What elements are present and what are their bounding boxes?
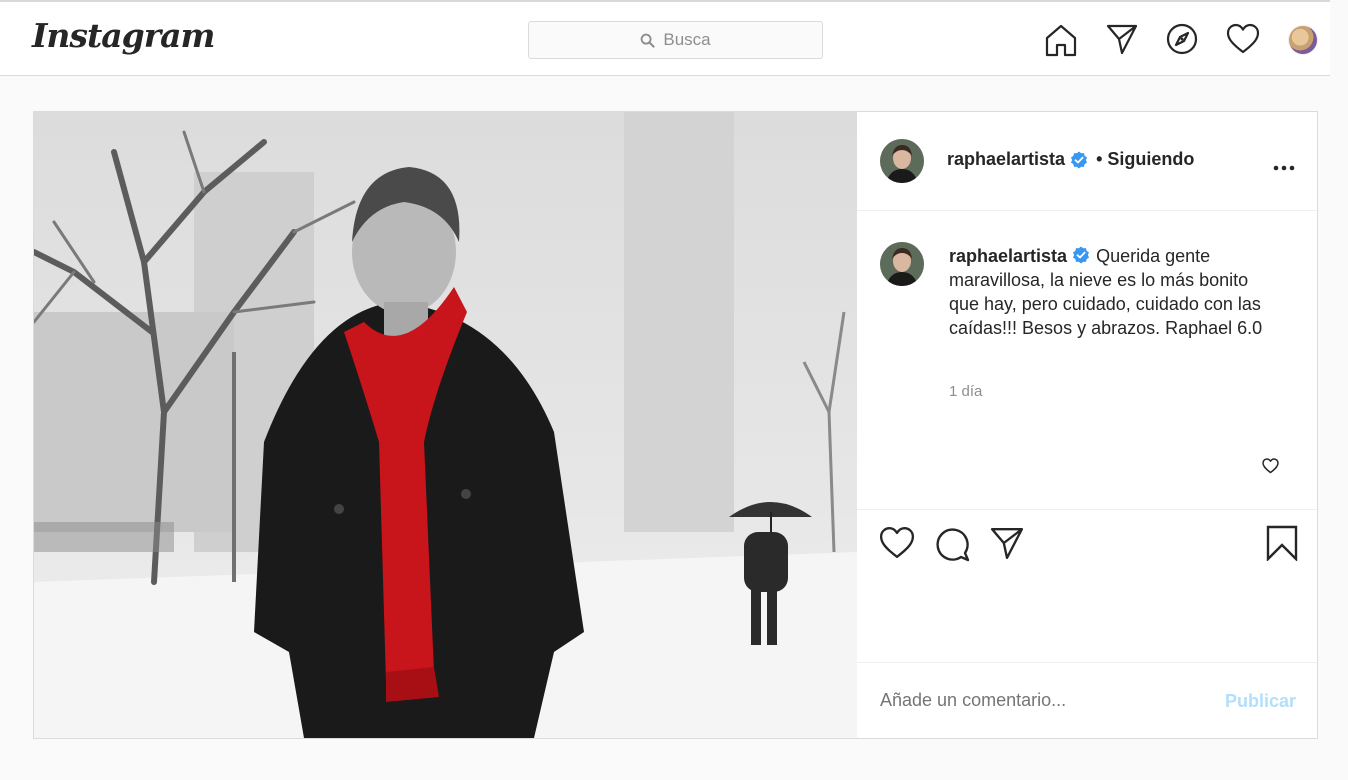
post-actions-bar xyxy=(857,509,1317,662)
author-username[interactable]: raphaelartista xyxy=(947,149,1065,170)
publish-button[interactable]: Publicar xyxy=(1225,691,1296,712)
top-nav-bar: Instagram Busca xyxy=(0,2,1330,76)
post-dialog: raphaelartista • Siguiendo raphaelartist… xyxy=(33,111,1318,739)
share-button[interactable] xyxy=(990,526,1024,565)
home-icon xyxy=(1045,24,1077,57)
caption-author-avatar[interactable] xyxy=(880,242,924,286)
photo-image xyxy=(34,112,857,738)
compass-icon xyxy=(1166,23,1198,55)
caption-like-button[interactable] xyxy=(1262,458,1279,479)
add-comment-bar: Publicar xyxy=(857,662,1317,738)
caption-verified-badge-icon xyxy=(1073,246,1090,264)
search-box[interactable]: Busca xyxy=(528,21,823,59)
comment-bubble-icon xyxy=(936,528,970,562)
save-button[interactable] xyxy=(1266,525,1298,566)
activity-button[interactable] xyxy=(1226,23,1260,55)
small-heart-icon xyxy=(1262,458,1279,474)
post-photo[interactable] xyxy=(34,112,857,738)
paper-plane-icon xyxy=(1106,24,1138,55)
bookmark-icon xyxy=(1266,525,1298,562)
paper-plane-icon xyxy=(990,528,1024,560)
more-options-icon xyxy=(1273,165,1295,171)
heart-icon xyxy=(879,527,915,558)
comment-input[interactable] xyxy=(880,690,1210,711)
caption-username[interactable]: raphaelartista xyxy=(949,246,1067,266)
profile-avatar[interactable] xyxy=(1288,25,1318,55)
comment-button[interactable] xyxy=(934,526,970,567)
caption-timestamp[interactable]: 1 día xyxy=(949,383,982,400)
caption-section: raphaelartista Querida gente maravillosa… xyxy=(857,212,1317,509)
explore-button[interactable] xyxy=(1166,23,1198,55)
author-avatar-image xyxy=(880,139,924,183)
search-icon xyxy=(641,33,655,48)
instagram-logo[interactable]: Instagram xyxy=(32,16,215,55)
heart-icon xyxy=(1226,23,1260,54)
verified-badge-icon xyxy=(1071,151,1088,168)
caption-text-block: raphaelartista Querida gente maravillosa… xyxy=(949,244,1279,340)
direct-messages-button[interactable] xyxy=(1106,23,1138,55)
like-button[interactable] xyxy=(879,526,915,565)
search-placeholder: Busca xyxy=(663,30,711,49)
author-avatar[interactable] xyxy=(880,139,924,183)
post-header: raphaelartista • Siguiendo xyxy=(857,112,1317,211)
caption-avatar-image xyxy=(880,242,924,286)
post-sidebar: raphaelartista • Siguiendo raphaelartist… xyxy=(857,112,1317,738)
more-options-button[interactable] xyxy=(1273,158,1295,176)
home-button[interactable] xyxy=(1044,23,1078,57)
following-status[interactable]: • Siguiendo xyxy=(1096,149,1194,170)
